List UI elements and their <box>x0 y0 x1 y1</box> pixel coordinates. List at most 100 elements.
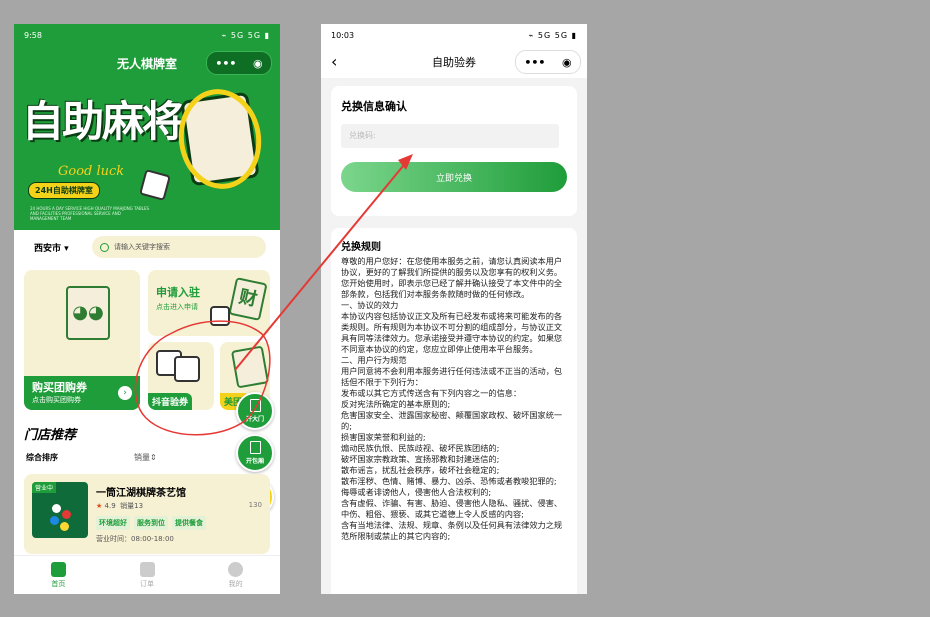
douyin-verify-tile[interactable]: 抖音验券 <box>148 342 214 410</box>
tab-bar: 首页 订单 我的 <box>14 555 280 594</box>
home-icon <box>50 561 66 577</box>
store-card[interactable]: 营业中 一筒江湖棋牌茶艺馆 ★ 4.9 销量13 130 环境超好 服务到位 提… <box>24 474 270 554</box>
ball-icon <box>62 510 71 519</box>
rules-line: 含有虚假、诈骗、有害、胁迫、侵害他人隐私、骚扰、侵害、中伤、粗俗、猥亵、或其它道… <box>341 498 563 519</box>
store-distance: 130 <box>248 501 262 509</box>
banner-script: Good luck <box>58 164 125 179</box>
tab-home[interactable]: 首页 <box>14 556 103 594</box>
rules-line: 用户同意将不会利用本服务进行任何违法或不正当的活动，包括但不限于下列行为： <box>341 366 563 387</box>
apply-join-tile[interactable]: 申请入驻 点击进入申请 财 <box>148 270 270 336</box>
rules-line: 损害国家荣誉和利益的; <box>341 432 426 442</box>
status-bar: 10:03 ⌁ 5G 5G ▮ <box>321 24 587 46</box>
tab-orders[interactable]: 订单 <box>103 556 192 594</box>
right-phone-screen: 10:03 ⌁ 5G 5G ▮ ‹ 自助验券 ••• ◉ 兑换信息确认 兑换码:… <box>321 24 587 594</box>
douyin-verify-label: 抖音验券 <box>148 393 193 410</box>
ball-icon <box>50 516 59 525</box>
user-icon <box>228 561 244 577</box>
rules-line: 含有当地法律、法规、规章、条例以及任何具有法律效力之规范所限制或禁止的其它内容的… <box>341 520 563 541</box>
apply-join-title: 申请入驻 <box>156 286 200 299</box>
orders-icon <box>139 561 155 577</box>
sort-bar: 综合排序 销量⇕ <box>26 452 266 463</box>
status-bar: 9:58 ⌁ 5G 5G ▮ <box>14 24 280 46</box>
star-icon: ★ <box>96 502 103 510</box>
status-badge: 营业中 <box>32 482 57 493</box>
buy-voucher-tile[interactable]: ◕◕ 购买团购券 点击购买团购券 › <box>24 270 140 410</box>
mahjong-mascot-image <box>180 91 260 187</box>
store-hours: 营业时间：08:00-18:00 <box>96 535 174 543</box>
store-name: 一筒江湖棋牌茶艺馆 <box>96 488 186 499</box>
search-icon <box>100 242 109 252</box>
open-door-button[interactable]: 开大门 <box>236 392 274 430</box>
exchange-card: 兑换信息确认 兑换码: 立即兑换 <box>331 86 577 216</box>
rules-line: 尊敬的用户您好：在您使用本服务之前，请您认真阅读本用户协议，更好的了解我们所提供… <box>341 256 563 299</box>
rules-line: 二、用户行为规范 <box>341 355 407 365</box>
mascot-icon: ◕◕ <box>66 286 110 340</box>
city-selector[interactable]: 西安市 ▾ <box>24 241 92 254</box>
status-icons: ⌁ 5G 5G ▮ <box>221 30 270 40</box>
dice-icon <box>174 356 200 382</box>
rules-line: 散布谣言，扰乱社会秩序，破坏社会稳定的; <box>341 465 500 475</box>
apply-join-sub: 点击进入申请 <box>156 303 198 311</box>
tab-mine-label: 我的 <box>228 579 243 588</box>
rules-text: 尊敬的用户您好：在您使用本服务之前，请您认真阅读本用户协议，更好的了解我们所提供… <box>341 256 567 542</box>
rules-line: 危害国家安全、泄露国家秘密、颠覆国家政权、破坏国家统一的; <box>341 410 563 431</box>
rules-heading: 兑换规则 <box>341 242 381 253</box>
ball-icon <box>60 522 69 531</box>
banner-small-text: 24 HOURS A DAY SERVICE HIGH QUALITY MAHJ… <box>30 206 150 221</box>
store-tag: 提供餐食 <box>172 516 206 530</box>
redeem-button[interactable]: 立即兑换 <box>341 162 567 192</box>
home-header: 9:58 ⌁ 5G 5G ▮ 无人棋牌室 ••• ◉ 自助麻将 Good luc… <box>14 24 280 230</box>
close-target-icon[interactable]: ◉ <box>562 56 572 69</box>
rules-line: 一、协议的效力 <box>341 300 399 310</box>
banner-subtitle: 24H自助棋牌室 <box>28 182 100 199</box>
more-icon[interactable]: ••• <box>215 57 236 70</box>
mini-program-capsule[interactable]: ••• ◉ <box>206 51 272 75</box>
mahjong-tile-icon <box>230 345 270 389</box>
store-thumbnail: 营业中 <box>32 482 88 538</box>
rules-line: 侮辱或者诽谤他人，侵害他人合法权利的; <box>341 487 492 497</box>
code-input[interactable]: 兑换码: <box>341 124 559 148</box>
status-time: 9:58 <box>24 30 42 40</box>
exchange-heading: 兑换信息确认 <box>341 100 407 113</box>
tab-mine[interactable]: 我的 <box>191 556 280 594</box>
search-input[interactable]: 请输入关键字搜索 <box>92 236 266 258</box>
sort-sales[interactable]: 销量⇕ <box>134 452 157 463</box>
dice-icon <box>210 306 230 326</box>
rules-line: 煽动民族仇恨、民族歧视、破坏民族团结的; <box>341 443 500 453</box>
city-label[interactable]: 西安市 <box>34 244 61 254</box>
rules-line: 破坏国家宗教政策、宣扬邪教和封建迷信的; <box>341 454 500 464</box>
store-tag: 服务到位 <box>134 516 168 530</box>
store-rating: ★ 4.9 销量13 <box>96 501 143 511</box>
nav-bar: 无人棋牌室 ••• ◉ <box>14 46 280 80</box>
search-bar: 西安市 ▾ 请输入关键字搜索 <box>24 234 270 260</box>
rules-line: 发布或以其它方式传送含有下列内容之一的信息： <box>341 388 522 398</box>
mini-program-capsule[interactable]: ••• ◉ <box>515 50 581 74</box>
section-title: 门店推荐 <box>24 428 77 443</box>
store-tag: 环境超好 <box>96 516 130 530</box>
nav-bar: ‹ 自助验券 ••• ◉ <box>321 46 587 78</box>
left-phone-screen: 9:58 ⌁ 5G 5G ▮ 无人棋牌室 ••• ◉ 自助麻将 Good luc… <box>14 24 280 594</box>
rules-card: 兑换规则 尊敬的用户您好：在您使用本服务之前，请您认真阅读本用户协议，更好的了解… <box>331 228 577 594</box>
rules-line: 反对宪法所确定的基本原则的; <box>341 399 451 409</box>
sort-default[interactable]: 综合排序 <box>26 452 134 463</box>
status-time: 10:03 <box>331 30 355 40</box>
open-door-label: 开大门 <box>245 416 264 423</box>
rating-value: 4.9 <box>104 502 116 510</box>
door-icon <box>249 399 261 412</box>
dice-icon <box>139 169 171 201</box>
ball-icon <box>52 504 61 513</box>
rules-line: 散布淫秽、色情、赌博、暴力、凶杀、恐怖或者教唆犯罪的; <box>341 476 557 486</box>
mahjong-tile-icon: 财 <box>228 277 268 321</box>
arrow-right-icon[interactable]: › <box>118 386 132 400</box>
tab-orders-label: 订单 <box>140 579 154 588</box>
search-placeholder: 请输入关键字搜索 <box>114 243 170 251</box>
banner-title: 自助麻将 <box>22 97 184 146</box>
rules-line: 本协议内容包括协议正文及所有已经发布或将来可能发布的各类规则。所有规则为本协议不… <box>341 311 563 354</box>
tab-home-label: 首页 <box>51 579 66 588</box>
store-tags: 环境超好 服务到位 提供餐食 <box>96 516 206 530</box>
more-icon[interactable]: ••• <box>524 56 545 69</box>
close-target-icon[interactable]: ◉ <box>253 57 263 70</box>
sales-count: 销量13 <box>120 502 144 510</box>
chevron-down-icon[interactable]: ▾ <box>64 244 69 254</box>
status-icons: ⌁ 5G 5G ▮ <box>528 30 577 40</box>
